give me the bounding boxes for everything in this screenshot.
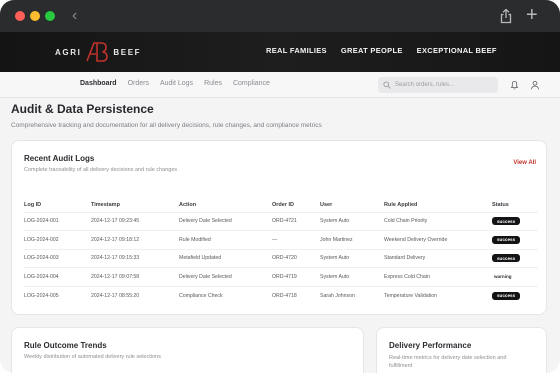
app-nav: Dashboard Orders Audit Logs Rules Compli… <box>0 72 560 98</box>
cell-action: Delivery Date Selected <box>179 211 272 231</box>
cell-log-id: LOG-2024-002 <box>24 230 91 249</box>
cell-rule-applied: Cold Chain Priority <box>384 211 492 231</box>
browser-window: ‹ + AGRI BEEF REAL FAMILIES GREAT PEOPLE… <box>0 0 560 373</box>
ab-logo-mark-icon <box>86 42 109 62</box>
column-header-log-id[interactable]: Log ID <box>24 198 91 212</box>
cell-rule-applied: Weekend Delivery Override <box>384 230 492 249</box>
cell-status: success <box>492 230 538 249</box>
brand-header: AGRI BEEF REAL FAMILIES GREAT PEOPLE EXC… <box>0 32 560 72</box>
minimize-window-button[interactable] <box>30 11 40 21</box>
user-icon[interactable] <box>530 80 540 90</box>
cell-action: Metafield Updated <box>179 248 272 268</box>
cell-timestamp: 2024-12-17 09:07:58 <box>91 267 179 286</box>
cell-order-id: ORD-4721 <box>272 211 320 231</box>
logo-text-left: AGRI <box>55 47 82 57</box>
cell-status: success <box>492 248 538 268</box>
rule-trends-card: Rule Outcome Trends Weekly distribution … <box>11 327 364 373</box>
close-window-button[interactable] <box>15 11 25 21</box>
cell-status: success <box>492 211 538 231</box>
performance-card-subtitle: Real-time metrics for delivery date sele… <box>389 355 507 369</box>
delivery-performance-card: Delivery Performance Real-time metrics f… <box>376 327 547 373</box>
audit-log-table: Log ID Timestamp Action Order ID User Ru… <box>24 198 538 305</box>
brand-nav-real-families[interactable]: REAL FAMILIES <box>266 46 327 55</box>
audit-logs-card: Recent Audit Logs Complete traceability … <box>11 140 547 315</box>
cell-order-id: ORD-4719 <box>272 267 320 286</box>
brand-nav: REAL FAMILIES GREAT PEOPLE EXCEPTIONAL B… <box>266 46 497 55</box>
cell-timestamp: 2024-12-17 09:18:12 <box>91 230 179 249</box>
maximize-window-button[interactable] <box>45 11 55 21</box>
cell-status: success <box>492 285 538 305</box>
table-row[interactable]: LOG-2024-003 2024-12-17 09:15:33 Metafie… <box>24 248 538 268</box>
table-row[interactable]: LOG-2024-001 2024-12-17 09:23:45 Deliver… <box>24 211 538 231</box>
table-row[interactable]: LOG-2024-004 2024-12-17 09:07:58 Deliver… <box>24 267 538 286</box>
cell-rule-applied: Temperature Validation <box>384 285 492 305</box>
cell-log-id: LOG-2024-001 <box>24 211 91 231</box>
status-badge: success <box>492 254 521 263</box>
tab-audit-logs[interactable]: Audit Logs <box>160 80 193 87</box>
cell-order-id: — <box>272 230 320 249</box>
tab-dashboard[interactable]: Dashboard <box>80 80 117 87</box>
share-icon[interactable] <box>498 8 514 24</box>
trends-card-title: Rule Outcome Trends <box>24 341 107 350</box>
cell-rule-applied: Standard Delivery <box>384 248 492 268</box>
cell-log-id: LOG-2024-004 <box>24 267 91 286</box>
status-badge: success <box>492 291 521 300</box>
search-placeholder: Search orders, rules... <box>395 82 455 88</box>
cell-action: Rule Modified <box>179 230 272 249</box>
chevron-left-icon[interactable]: ‹ <box>72 6 77 26</box>
search-icon <box>383 81 391 89</box>
table-header-row: Log ID Timestamp Action Order ID User Ru… <box>24 198 538 212</box>
column-header-timestamp[interactable]: Timestamp <box>91 198 179 212</box>
cell-user: System Auto <box>320 267 384 286</box>
table-row[interactable]: LOG-2024-002 2024-12-17 09:18:12 Rule Mo… <box>24 230 538 249</box>
brand-nav-exceptional-beef[interactable]: EXCEPTIONAL BEEF <box>417 46 497 55</box>
cell-user: System Auto <box>320 248 384 268</box>
logo-text-right: BEEF <box>113 47 142 57</box>
view-all-link[interactable]: View All <box>513 160 536 166</box>
audit-card-title: Recent Audit Logs <box>24 154 95 163</box>
column-header-user[interactable]: User <box>320 198 384 212</box>
column-header-order-id[interactable]: Order ID <box>272 198 320 212</box>
cell-user: John Martinez <box>320 230 384 249</box>
status-badge: success <box>492 217 521 226</box>
cell-action: Compliance Check <box>179 285 272 305</box>
cell-rule-applied: Express Cold Chain <box>384 267 492 286</box>
cell-timestamp: 2024-12-17 09:23:45 <box>91 211 179 231</box>
bell-icon[interactable] <box>510 80 519 90</box>
plus-icon[interactable]: + <box>526 3 538 27</box>
column-header-status[interactable]: Status <box>492 198 538 212</box>
cell-timestamp: 2024-12-17 09:15:33 <box>91 248 179 268</box>
tab-orders[interactable]: Orders <box>128 80 149 87</box>
cell-user: Sarah Johnson <box>320 285 384 305</box>
column-header-rule-applied[interactable]: Rule Applied <box>384 198 492 212</box>
tab-compliance[interactable]: Compliance <box>233 80 270 87</box>
brand-nav-great-people[interactable]: GREAT PEOPLE <box>341 46 403 55</box>
audit-card-subtitle: Complete traceability of all delivery de… <box>24 167 178 173</box>
cell-log-id: LOG-2024-005 <box>24 285 91 305</box>
search-input[interactable]: Search orders, rules... <box>378 77 498 93</box>
nav-tabs: Dashboard Orders Audit Logs Rules Compli… <box>80 80 270 87</box>
cell-status: warning <box>492 267 538 286</box>
column-header-action[interactable]: Action <box>179 198 272 212</box>
status-badge: success <box>492 235 521 244</box>
status-badge: warning <box>494 274 512 280</box>
cell-action: Delivery Date Selected <box>179 267 272 286</box>
page-title: Audit & Data Persistence <box>11 102 154 116</box>
tab-rules[interactable]: Rules <box>204 80 222 87</box>
browser-toolbar: ‹ + <box>0 0 560 32</box>
table-row[interactable]: LOG-2024-005 2024-12-17 08:55:20 Complia… <box>24 285 538 305</box>
cell-user: System Auto <box>320 211 384 231</box>
page-subtitle: Comprehensive tracking and documentation… <box>11 122 322 129</box>
brand-logo[interactable]: AGRI BEEF <box>55 39 141 65</box>
performance-card-title: Delivery Performance <box>389 341 472 350</box>
cell-log-id: LOG-2024-003 <box>24 248 91 268</box>
cell-order-id: ORD-4718 <box>272 285 320 305</box>
cell-order-id: ORD-4720 <box>272 248 320 268</box>
trends-card-subtitle: Weekly distribution of automated deliver… <box>24 354 161 360</box>
cell-timestamp: 2024-12-17 08:55:20 <box>91 285 179 305</box>
